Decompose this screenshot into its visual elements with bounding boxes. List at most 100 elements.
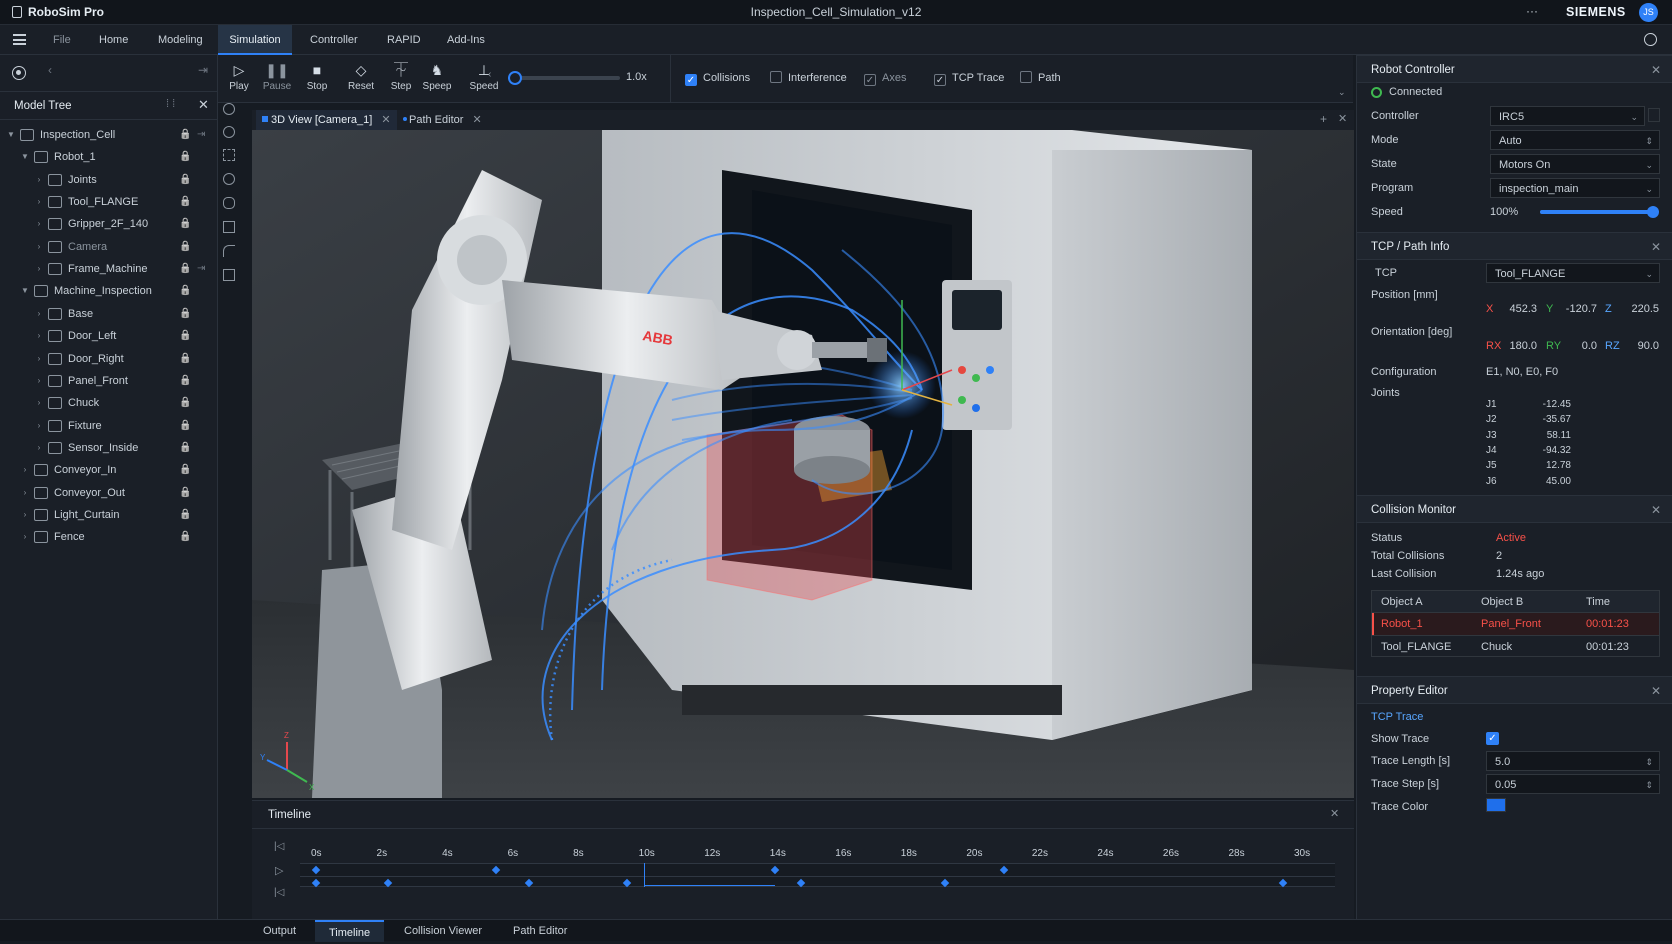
menu-rapid[interactable]: RAPID bbox=[387, 25, 421, 55]
robot-speed-slider[interactable] bbox=[1540, 206, 1659, 218]
tree-item[interactable]: › Tool_FLANGE 🔒 bbox=[0, 191, 218, 213]
interference-checkbox[interactable]: Interference bbox=[770, 68, 847, 88]
collapsed-arrow-icon[interactable]: › bbox=[34, 213, 44, 235]
collapsed-arrow-icon[interactable]: › bbox=[34, 236, 44, 258]
collapsed-arrow-icon[interactable]: › bbox=[34, 303, 44, 325]
path-checkbox[interactable]: Path bbox=[1020, 68, 1061, 88]
close-panel-icon[interactable]: ✕ bbox=[198, 97, 209, 113]
lock-icon[interactable]: 🔒 bbox=[179, 124, 191, 146]
trace-color-swatch[interactable] bbox=[1486, 798, 1506, 812]
tree-item[interactable]: › Base 🔒 bbox=[0, 303, 218, 325]
close-section-icon[interactable]: ✕ bbox=[1651, 677, 1661, 705]
lock-icon[interactable]: 🔒 bbox=[179, 325, 191, 347]
toolbar-expand-icon[interactable]: ⌄ bbox=[1338, 87, 1346, 98]
tree-item[interactable]: › Sensor_Inside 🔒 bbox=[0, 437, 218, 459]
tab-path-editor-bottom[interactable]: Path Editor bbox=[499, 920, 581, 942]
lock-icon[interactable]: 🔒 bbox=[179, 213, 191, 235]
collapsed-arrow-icon[interactable]: › bbox=[34, 370, 44, 392]
tree-item[interactable]: › Fixture 🔒 bbox=[0, 415, 218, 437]
close-view-icon[interactable]: ✕ bbox=[1338, 112, 1347, 125]
tree-item[interactable]: › Panel_Front 🔒 bbox=[0, 370, 218, 392]
expanded-arrow-icon[interactable]: ▼ bbox=[20, 146, 30, 168]
play-button[interactable]: ▷ Play bbox=[220, 57, 258, 101]
close-tab-icon[interactable]: ✕ bbox=[381, 114, 390, 126]
tree-item[interactable]: › Chuck 🔒 bbox=[0, 392, 218, 414]
lock-icon[interactable]: 🔒 bbox=[179, 169, 191, 191]
lock-icon[interactable]: 🔒 bbox=[179, 526, 191, 548]
go-to-start-icon[interactable]: |◁ bbox=[274, 841, 284, 852]
tab-3d-view[interactable]: 3D View [Camera_1] ✕ bbox=[256, 110, 397, 130]
menu-modeling[interactable]: Modeling bbox=[158, 25, 203, 55]
more-options-icon[interactable]: ··· bbox=[1526, 4, 1538, 18]
spinner-icon[interactable]: ⇕ bbox=[1645, 775, 1653, 795]
state-select[interactable]: Motors On ⌄ bbox=[1490, 154, 1660, 174]
timeline-play-icon[interactable]: ▷ bbox=[275, 864, 283, 877]
close-timeline-icon[interactable]: ✕ bbox=[1330, 807, 1339, 820]
pause-button[interactable]: ❚❚ Pause bbox=[258, 57, 296, 101]
axes-checkbox[interactable]: ✓ Axes bbox=[864, 68, 906, 88]
tree-item[interactable]: › Light_Curtain 🔒 bbox=[0, 504, 218, 526]
menu-simulation[interactable]: Simulation bbox=[218, 25, 292, 55]
tab-path-editor[interactable]: Path Editor ✕ bbox=[397, 110, 488, 130]
collision-monitor-header[interactable]: Collision Monitor ✕ bbox=[1357, 495, 1672, 523]
stop-button[interactable]: ■ Stop bbox=[298, 57, 336, 101]
tree-item[interactable]: › Conveyor_Out 🔒 bbox=[0, 482, 218, 504]
tree-item[interactable]: › Conveyor_In 🔒 bbox=[0, 459, 218, 481]
speep-button[interactable]: ♞ Speep bbox=[418, 57, 456, 101]
lock-icon[interactable]: 🔒 bbox=[179, 236, 191, 258]
tree-item[interactable]: ▼ Machine_Inspection 🔒 bbox=[0, 280, 218, 302]
robot-controller-header[interactable]: Robot Controller ✕ bbox=[1357, 55, 1672, 83]
spinner-icon[interactable]: ⇕ bbox=[1645, 752, 1653, 772]
tcp-trace-checkbox[interactable]: ✓ TCP Trace bbox=[934, 68, 1004, 88]
maximize-view-icon[interactable]: + bbox=[1320, 112, 1327, 126]
tree-item[interactable]: › Joints 🔒 bbox=[0, 169, 218, 191]
measure-tool-icon[interactable] bbox=[223, 197, 235, 209]
tab-output[interactable]: Output bbox=[249, 920, 310, 942]
tab-timeline[interactable]: Timeline bbox=[315, 920, 385, 942]
trace-step-input[interactable]: 0.05 ⇕ bbox=[1486, 774, 1660, 794]
menu-add-ins[interactable]: Add-Ins bbox=[447, 25, 485, 55]
close-tab-icon[interactable]: ✕ bbox=[472, 114, 481, 126]
tree-item[interactable]: › Frame_Machine 🔒 ⇥ bbox=[0, 258, 218, 280]
menu-home[interactable]: Home bbox=[99, 25, 128, 55]
robot-speed-knob[interactable] bbox=[1647, 206, 1659, 218]
lock-icon[interactable]: 🔒 bbox=[179, 415, 191, 437]
tree-item[interactable]: › Gripper_2F_140 🔒 bbox=[0, 213, 218, 235]
user-avatar[interactable]: JS bbox=[1639, 3, 1658, 22]
lock-icon[interactable]: 🔒 bbox=[179, 482, 191, 504]
rotate-tool-icon[interactable] bbox=[223, 103, 235, 115]
mode-select[interactable]: Auto ⇕ bbox=[1490, 130, 1660, 150]
step-back-icon[interactable]: |◁ bbox=[274, 887, 284, 898]
lock-icon[interactable]: 🔒 bbox=[179, 370, 191, 392]
pin-icon[interactable]: ⇥ bbox=[197, 124, 205, 146]
tree-options-icon[interactable]: ⁞ ⁞ bbox=[166, 98, 175, 110]
lock-icon[interactable]: 🔒 bbox=[179, 280, 191, 302]
close-section-icon[interactable]: ✕ bbox=[1651, 233, 1661, 261]
collapsed-arrow-icon[interactable]: › bbox=[34, 415, 44, 437]
orbit-tool-icon[interactable] bbox=[223, 173, 235, 185]
table-row[interactable]: Robot_1 Panel_Front 00:01:23 bbox=[1372, 613, 1659, 635]
trace-length-input[interactable]: 5.0 ⇕ bbox=[1486, 751, 1660, 771]
tree-item[interactable]: ▼ Robot_1 🔒 bbox=[0, 146, 218, 168]
collapsed-arrow-icon[interactable]: › bbox=[34, 258, 44, 280]
frame-tool-icon[interactable] bbox=[223, 269, 235, 281]
expanded-arrow-icon[interactable]: ▼ bbox=[6, 124, 16, 146]
collapsed-arrow-icon[interactable]: › bbox=[20, 482, 30, 504]
zoom-tool-icon[interactable] bbox=[223, 126, 235, 138]
collapsed-arrow-icon[interactable]: › bbox=[20, 526, 30, 548]
property-editor-header[interactable]: Property Editor ✕ bbox=[1357, 676, 1672, 704]
playhead[interactable] bbox=[643, 863, 645, 887]
menu-file[interactable]: File bbox=[53, 25, 71, 55]
lock-icon[interactable]: 🔒 bbox=[179, 504, 191, 526]
table-row[interactable]: Tool_FLANGE Chuck 00:01:23 bbox=[1372, 635, 1659, 657]
lock-icon[interactable]: 🔒 bbox=[179, 191, 191, 213]
show-trace-checkbox[interactable]: ✓ bbox=[1486, 732, 1499, 745]
speed-decrease-icon[interactable]: ‹ bbox=[488, 69, 491, 80]
collapsed-arrow-icon[interactable]: › bbox=[20, 459, 30, 481]
settings-circle-icon[interactable] bbox=[1644, 33, 1657, 46]
collapse-left-icon[interactable]: ‹ bbox=[48, 63, 52, 77]
track-row-1[interactable] bbox=[300, 863, 1335, 877]
3d-viewport[interactable]: ABB Z Y X bbox=[252, 130, 1354, 798]
collapsed-arrow-icon[interactable]: › bbox=[34, 191, 44, 213]
lock-icon[interactable]: 🔒 bbox=[179, 459, 191, 481]
